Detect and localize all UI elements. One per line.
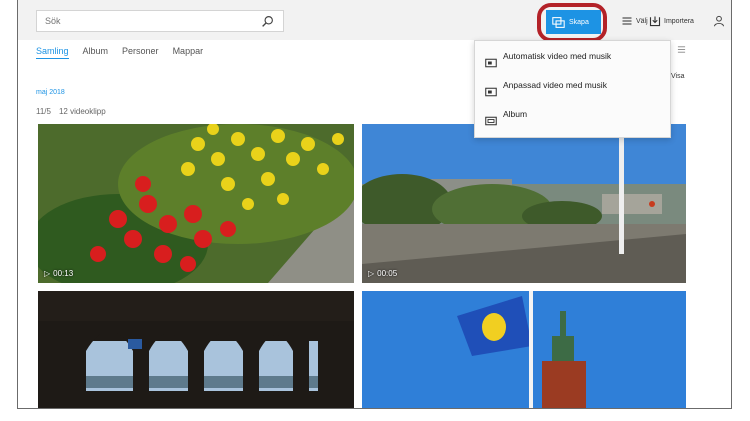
video-custom-icon xyxy=(485,87,497,97)
valj-button[interactable]: Välj xyxy=(621,13,648,29)
create-video-icon xyxy=(552,16,565,28)
play-icon: ▷ xyxy=(368,269,375,278)
duration-text: 00:13 xyxy=(53,269,74,278)
skapa-dropdown-menu: Automatisk video med musik Anpassad vide… xyxy=(474,40,671,138)
day-count: 12 videoklipp xyxy=(58,107,106,116)
skapa-button[interactable]: Skapa xyxy=(546,10,601,34)
video-thumbnail-arcade[interactable] xyxy=(38,291,354,408)
video-thumbnail-tulips[interactable]: ▷ 00:13 xyxy=(38,124,354,283)
search-input[interactable] xyxy=(45,14,245,28)
arcade-image xyxy=(38,291,354,408)
flag-tower-image xyxy=(362,291,686,408)
menu-item-anpassad-video[interactable]: Anpassad video med musik xyxy=(475,80,670,104)
play-icon: ▷ xyxy=(44,269,51,278)
view-options-icon[interactable] xyxy=(677,45,686,54)
video-thumbnail-boulevard[interactable]: ▷ 00:05 xyxy=(362,124,686,283)
tab-album[interactable]: Album xyxy=(83,46,109,59)
tab-personer[interactable]: Personer xyxy=(122,46,159,59)
day-heading: 11/5 12 videoklipp xyxy=(36,107,106,116)
search-icon[interactable] xyxy=(261,15,274,28)
album-icon xyxy=(485,116,497,126)
video-duration: ▷ 00:13 xyxy=(44,269,73,278)
account-icon[interactable] xyxy=(713,15,725,27)
menu-item-automatisk-video[interactable]: Automatisk video med musik xyxy=(475,51,670,75)
skapa-label: Skapa xyxy=(569,18,589,26)
select-list-icon xyxy=(622,17,632,25)
day-date: 11/5 xyxy=(36,107,51,116)
import-icon xyxy=(649,16,661,27)
importera-button[interactable]: Importera xyxy=(649,13,694,29)
tab-mappar[interactable]: Mappar xyxy=(173,46,204,59)
menu-item-title: Anpassad video med musik xyxy=(503,80,607,90)
month-heading[interactable]: maj 2018 xyxy=(36,89,65,96)
duration-text: 00:05 xyxy=(377,269,398,278)
menu-item-title: Automatisk video med musik xyxy=(503,51,612,61)
visa-link[interactable]: Visa xyxy=(671,73,685,80)
tulips-image xyxy=(38,124,354,283)
video-duration: ▷ 00:05 xyxy=(368,269,397,278)
search-box[interactable] xyxy=(36,10,284,32)
menu-item-album[interactable]: Album xyxy=(475,109,670,133)
menu-item-title: Album xyxy=(503,109,528,119)
video-thumbnail-flag-tower[interactable] xyxy=(362,291,686,408)
view-tabs: Samling Album Personer Mappar xyxy=(36,46,203,59)
valj-label: Välj xyxy=(636,17,648,25)
video-auto-icon xyxy=(485,58,497,68)
tab-samling[interactable]: Samling xyxy=(36,46,69,59)
boulevard-image xyxy=(362,124,686,283)
photos-app-window: Skapa Välj Importera Samling Album xyxy=(17,0,732,409)
top-toolbar: Skapa Välj Importera xyxy=(18,0,731,40)
importera-label: Importera xyxy=(664,17,694,25)
